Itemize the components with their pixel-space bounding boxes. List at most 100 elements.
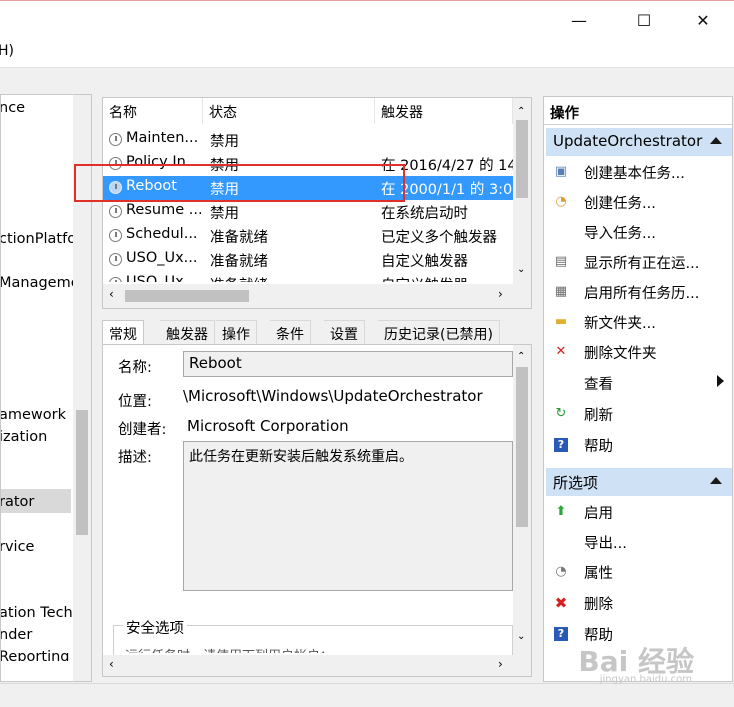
scroll-up-icon[interactable]: ⌃ — [517, 106, 525, 117]
actions-title: 操作 — [550, 106, 579, 122]
submenu-arrow-icon — [717, 375, 724, 387]
detail-vscroll-thumb[interactable] — [516, 367, 528, 527]
close-button[interactable]: ✕ — [680, 2, 726, 38]
detail-hscrollbar[interactable]: ‹ › — [103, 655, 531, 676]
task-clock-icon — [109, 205, 122, 218]
scroll-left-icon[interactable]: ‹ — [109, 287, 114, 301]
scroll-right-icon[interactable]: › — [498, 657, 503, 671]
action-delete-folder[interactable]: ✕ 删除文件夹 — [544, 337, 732, 367]
highlight-box — [74, 164, 405, 202]
tab-settings[interactable]: 设置 — [324, 320, 365, 345]
task-list: 名称 状态 触发器 Mainten... 禁用 Policy In... 禁用在 2… — [102, 97, 532, 309]
status-bar — [0, 683, 734, 707]
security-run-as-text: 运行任务时，请使用下列用户帐户： — [125, 645, 333, 653]
help-icon: ? — [554, 438, 568, 452]
task-status: 禁用 — [210, 206, 239, 222]
action-label: 刷新 — [584, 408, 613, 424]
task-list-hscroll-thumb[interactable] — [125, 290, 249, 302]
action-show-running[interactable]: ▤ 显示所有正在运... — [544, 247, 732, 277]
title-bar: — ☐ ✕ — [0, 0, 734, 38]
action-export[interactable]: 导出... — [544, 527, 732, 557]
column-header-name[interactable]: 名称 — [103, 98, 203, 124]
scroll-left-icon[interactable]: ‹ — [109, 657, 114, 671]
tree-item[interactable]: rvice — [1, 539, 34, 555]
detail-vscrollbar[interactable]: ⌃ ⌄ — [513, 345, 531, 655]
action-label: 启用 — [584, 506, 613, 522]
action-label: 创建任务... — [584, 196, 656, 212]
tree-item[interactable]: ization — [1, 429, 47, 445]
task-name: USO_Ux... — [126, 250, 198, 266]
tree-item[interactable]: ation Tech — [1, 605, 73, 621]
action-new-folder[interactable]: ▬ 新文件夹... — [544, 307, 732, 337]
tree-item[interactable]: nce — [1, 100, 25, 116]
menu-item-help[interactable]: H) — [0, 43, 14, 59]
location-label: 位置: — [118, 394, 152, 410]
scroll-right-icon[interactable]: › — [498, 287, 503, 301]
watermark-url: jingyan.baidu.com — [599, 674, 692, 685]
action-enable[interactable]: ⬆ 启用 — [544, 497, 732, 527]
task-row[interactable]: USO_Ux... 准备就绪 自定义触发器 — [103, 248, 513, 272]
task-list-vscrollbar[interactable]: ⌃ ⌄ — [513, 98, 531, 284]
create-task-icon: ◔ — [555, 194, 567, 209]
list-icon: ▤ — [554, 254, 568, 269]
maximize-icon: ☐ — [636, 10, 652, 30]
scroll-up-icon[interactable]: ⌃ — [517, 351, 525, 362]
tree-item[interactable]: nder — [1, 627, 32, 643]
minimize-button[interactable]: — — [556, 2, 602, 38]
task-row[interactable]: Resume ... 禁用 在系统启动时 — [103, 200, 513, 224]
action-create-basic-task[interactable]: ▣ 创建基本任务... — [544, 157, 732, 187]
tree-scrollbar-thumb[interactable] — [76, 410, 88, 535]
action-import-task[interactable]: 导入任务... — [544, 217, 732, 247]
scroll-down-icon[interactable]: ⌄ — [517, 631, 525, 642]
action-label: 导出... — [584, 536, 627, 552]
collapse-icon[interactable] — [710, 477, 722, 484]
collapse-icon[interactable] — [710, 137, 722, 144]
task-row[interactable]: Schedul... 准备就绪 已定义多个触发器 — [103, 224, 513, 248]
delete-icon: ✖ — [554, 594, 568, 612]
minimize-icon: — — [571, 10, 587, 30]
task-status: 禁用 — [210, 134, 239, 150]
section-header-folder[interactable]: UpdateOrchestrator — [546, 128, 732, 156]
tab-conditions[interactable]: 条件 — [270, 320, 311, 345]
section-header-selected[interactable]: 所选项 — [546, 468, 732, 496]
action-label: 创建基本任务... — [584, 166, 685, 182]
tab-history[interactable]: 历史记录(已禁用) — [378, 320, 500, 345]
action-help[interactable]: ? 帮助 — [544, 430, 732, 460]
action-enable-history[interactable]: ▦ 启用所有任务历... — [544, 277, 732, 307]
description-label: 描述: — [118, 450, 152, 466]
action-view[interactable]: 查看 — [544, 368, 732, 398]
refresh-icon: ↻ — [555, 406, 567, 421]
task-clock-icon — [109, 229, 122, 242]
action-label: 导入任务... — [584, 226, 656, 242]
action-delete[interactable]: ✖ 删除 — [544, 588, 732, 618]
action-refresh[interactable]: ↻ 刷新 — [544, 399, 732, 429]
task-row[interactable]: USO_Ux... 准备就绪 自定义触发器 — [103, 272, 513, 282]
tree-item[interactable]: ctionPlatfo — [1, 231, 76, 247]
author-label: 创建者: — [118, 422, 167, 438]
tab-actions[interactable]: 操作 — [216, 320, 257, 345]
description-field[interactable]: 此任务在更新安装后触发系统重启。 — [183, 441, 513, 591]
scroll-down-icon[interactable]: ⌄ — [517, 264, 525, 275]
column-header-trigger[interactable]: 触发器 — [375, 98, 513, 124]
action-properties[interactable]: ◔ 属性 — [544, 557, 732, 587]
tree-item[interactable]: Reporting — [1, 649, 70, 661]
task-row[interactable]: Mainten... 禁用 — [103, 128, 513, 152]
action-label: 删除文件夹 — [584, 346, 657, 362]
action-label: 属性 — [584, 566, 613, 582]
task-list-hscrollbar[interactable]: ‹ › — [103, 284, 531, 308]
column-header-status[interactable]: 状态 — [203, 98, 375, 124]
action-label: 显示所有正在运... — [584, 256, 700, 272]
tree-item[interactable]: amework — [1, 407, 66, 423]
task-list-vscroll-thumb[interactable] — [516, 120, 528, 198]
action-create-task[interactable]: ◔ 创建任务... — [544, 187, 732, 217]
tree-item[interactable]: Manageme — [1, 275, 80, 291]
tab-general[interactable]: 常规 — [102, 320, 144, 346]
action-label: 启用所有任务历... — [584, 286, 700, 302]
name-label: 名称: — [118, 360, 152, 376]
task-trigger: 自定义触发器 — [381, 254, 468, 270]
tab-triggers[interactable]: 触发器 — [160, 320, 215, 345]
tree-item-selected[interactable]: rator — [1, 489, 71, 513]
name-field[interactable]: Reboot — [183, 351, 513, 377]
delete-icon: ✕ — [555, 344, 567, 359]
maximize-button[interactable]: ☐ — [621, 2, 667, 38]
